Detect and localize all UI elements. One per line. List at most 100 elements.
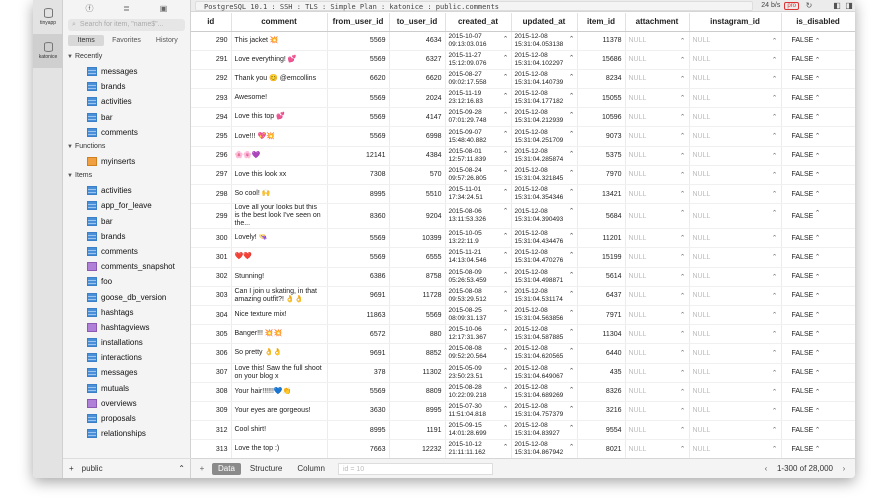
cell-updated-at[interactable]: 2015-12-08 15:31:04.285874 [511,146,578,166]
sidebar-tab[interactable]: Items [68,35,105,46]
cell-id[interactable]: 296 [191,146,232,166]
cell-comment[interactable]: Love!!! 💖💥 [231,126,328,147]
cell-item-id[interactable]: 15686 [577,50,626,70]
cell-item-id[interactable]: 3216 [577,401,626,422]
filter-input[interactable]: id = 10 [337,462,493,475]
column-header[interactable]: comment [231,13,328,32]
cell-attachment[interactable]: NULL [625,146,690,166]
cell-instagram-id[interactable]: NULL [689,420,782,441]
cell-attachment[interactable]: NULL [625,126,690,147]
cell-to-user-id[interactable]: 6555 [389,247,446,268]
cell-comment[interactable]: Cool shirt! [231,420,328,441]
cell-to-user-id[interactable]: 8758 [389,267,446,287]
cell-is-disabled[interactable]: FALSE [781,267,855,287]
cell-created-at[interactable]: 2015-07-30 11:51:04.818 [445,401,512,422]
cell-instagram-id[interactable]: NULL [689,50,782,70]
tree-item[interactable]: proposals [63,411,190,426]
cell-instagram-id[interactable]: NULL [689,363,782,383]
tree-item[interactable]: bar [63,214,190,229]
sql-query-icon[interactable]: ▣ [159,4,169,14]
cell-from-user-id[interactable]: 9691 [327,343,390,364]
cell-to-user-id[interactable]: 6620 [389,69,446,90]
cell-item-id[interactable]: 5375 [577,146,626,166]
cell-attachment[interactable]: NULL [625,267,690,287]
cell-to-user-id[interactable]: 4384 [389,146,446,166]
cell-attachment[interactable]: NULL [625,324,690,345]
cell-from-user-id[interactable]: 8995 [327,420,390,441]
view-tab[interactable]: Data [212,462,241,475]
cell-created-at[interactable]: 2015-08-08 09:53:29.512 [445,286,512,306]
cell-from-user-id[interactable]: 6386 [327,267,390,287]
cell-is-disabled[interactable]: FALSE [781,439,855,458]
cell-is-disabled[interactable]: FALSE [781,382,855,402]
cell-updated-at[interactable]: 2015-12-08 15:31:04.563856 [511,305,578,326]
cell-to-user-id[interactable]: 10399 [389,228,446,249]
column-header[interactable]: updated_at [511,13,578,32]
column-header[interactable]: item_id [577,13,626,32]
cell-updated-at[interactable]: 2015-12-08 15:31:04.83927 [511,420,578,441]
sidebar-tab[interactable]: Favorites [108,35,144,46]
cell-from-user-id[interactable]: 5569 [327,50,390,70]
table-row[interactable]: 306 So pretty 👌👌 9691 8852 2015-08-08 09:52:… [191,343,855,364]
cell-attachment[interactable]: NULL [625,305,690,326]
cell-instagram-id[interactable]: NULL [689,382,782,402]
table-row[interactable]: 303 Can I join u skating, in that amazing… [191,286,855,306]
cell-created-at[interactable]: 2015-11-27 15:12:09.076 [445,50,512,70]
cell-attachment[interactable]: NULL [625,184,690,205]
cell-from-user-id[interactable]: 5569 [327,228,390,249]
cell-updated-at[interactable]: 2015-12-08 15:31:04.434476 [511,228,578,249]
tree-item[interactable]: comments [63,125,190,140]
schema-selector[interactable]: + public ⌃ [63,458,191,478]
cell-item-id[interactable]: 11378 [577,31,626,51]
column-header[interactable]: is_disabled [781,13,855,32]
table-row[interactable]: 296🌸🌸💜1214143842015-08-01 12:57:11.83920… [191,146,855,166]
tree-item[interactable]: activities [63,183,190,198]
cell-comment[interactable]: Thank you 😊 @emcollins [231,69,328,90]
table-row[interactable]: 308 Your hair!!!!!!💙👏 5569 8809 2015-08-28 1… [191,382,855,402]
cell-attachment[interactable]: NULL [625,382,690,402]
cell-id[interactable]: 313 [191,439,232,458]
cell-to-user-id[interactable]: 4634 [389,31,446,51]
cell-created-at[interactable]: 2015-05-09 23:50:23.51 [445,363,512,383]
cell-instagram-id[interactable]: NULL [689,31,782,51]
cell-from-user-id[interactable]: 5569 [327,88,390,109]
cell-comment[interactable]: Lovely! 👒 [231,228,328,249]
tree-item[interactable]: relationships [63,426,190,441]
table-row[interactable]: 292 Thank you 😊 @emcollins 6620 6620 2015-08… [191,69,855,90]
cell-created-at[interactable]: 2015-08-24 09:57:26.805 [445,165,512,186]
cell-updated-at[interactable]: 2015-12-08 15:31:04.757379 [511,401,578,422]
cell-attachment[interactable]: NULL [625,88,690,109]
cell-to-user-id[interactable]: 4147 [389,107,446,128]
cell-item-id[interactable]: 435 [577,363,626,383]
column-header[interactable]: attachment [625,13,690,32]
cell-updated-at[interactable]: 2015-12-08 15:31:04.587885 [511,324,578,345]
table-row[interactable]: 305 Banger!!! 💥💥 6572 880 2015-10-06 12:17:3… [191,324,855,345]
cell-attachment[interactable]: NULL [625,50,690,70]
tree-item[interactable]: installations [63,335,190,350]
cell-attachment[interactable]: NULL [625,228,690,249]
table-row[interactable]: 304 Nice texture mix! 11863 5569 2015-08-25 … [191,305,855,326]
cell-is-disabled[interactable]: FALSE [781,126,855,147]
cell-id[interactable]: 300 [191,228,232,249]
cell-from-user-id[interactable]: 11863 [327,305,390,326]
cell-instagram-id[interactable]: NULL [689,107,782,128]
cell-item-id[interactable]: 8021 [577,439,626,458]
cell-updated-at[interactable]: 2015-12-08 15:31:04.140739 [511,69,578,90]
sidebar-tab[interactable]: History [149,35,185,46]
cell-created-at[interactable]: 2015-08-01 12:57:11.839 [445,146,512,166]
cell-is-disabled[interactable]: FALSE [781,165,855,186]
tree-item[interactable]: overviews [63,396,190,411]
cell-instagram-id[interactable]: NULL [689,126,782,147]
database-item[interactable]: tinyapp [33,0,63,34]
cell-from-user-id[interactable]: 5569 [327,126,390,147]
cell-comment[interactable]: Banger!!! 💥💥 [231,324,328,345]
column-header[interactable]: id [191,13,232,32]
column-header[interactable]: to_user_id [389,13,446,32]
cell-is-disabled[interactable]: FALSE [781,286,855,306]
cell-updated-at[interactable]: 2015-12-08 15:31:04.212939 [511,107,578,128]
cell-attachment[interactable]: NULL [625,439,690,458]
cell-instagram-id[interactable]: NULL [689,305,782,326]
tree-item[interactable]: comments [63,244,190,259]
cell-updated-at[interactable]: 2015-12-08 15:31:04.321845 [511,165,578,186]
cell-from-user-id[interactable]: 7308 [327,165,390,186]
